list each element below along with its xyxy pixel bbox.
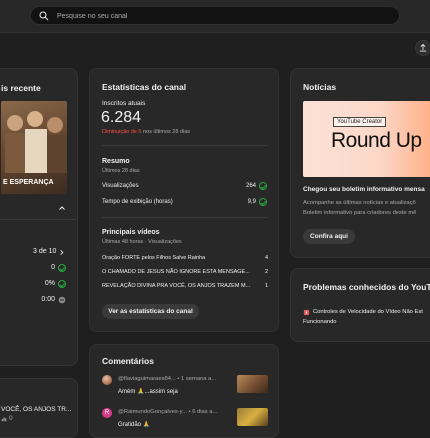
- comment-time: • 6 dias a...: [188, 409, 218, 415]
- chevron-right-icon[interactable]: [58, 249, 65, 256]
- video-title[interactable]: VOCÊ, OS ANJOS TR...: [1, 406, 71, 413]
- search-input[interactable]: [57, 10, 357, 22]
- comment-video-thumbnail[interactable]: [237, 375, 268, 393]
- comments-card: Comentários @flaviaguimaraes84... • 1 se…: [89, 344, 279, 438]
- top-video-views: 4: [264, 255, 268, 261]
- comment-time: • 1 semana a...: [177, 376, 217, 382]
- summary-title: Resumo: [102, 158, 130, 165]
- view-analytics-button[interactable]: Ver as estatísticas do canal: [102, 304, 199, 319]
- avatar-letter: R: [104, 409, 110, 416]
- channel-analytics-card: Estatísticas do canal Inscritos atuais 6…: [89, 68, 279, 332]
- news-headline[interactable]: Chegou seu boletim informativo mensa: [303, 186, 425, 193]
- check-icon: [58, 264, 66, 272]
- upload-icon: [419, 43, 427, 52]
- news-cta-button[interactable]: Confira aqui: [303, 229, 355, 244]
- subscribers-change-value: Diminuição de 6: [102, 129, 142, 135]
- card-title: Notícias: [303, 82, 337, 92]
- top-video-views: 2: [264, 269, 268, 275]
- summary-views-label: Visualizações: [102, 183, 139, 189]
- known-issues-card: Problemas conhecidos do YouTub Controles…: [290, 268, 430, 342]
- subscribers-label: Inscritos atuais: [102, 100, 146, 107]
- thumbnail-caption: E ESPERANÇA: [3, 179, 54, 186]
- check-icon: [259, 182, 267, 190]
- card-title: Estatísticas do canal: [102, 82, 187, 92]
- summary-period: Últimos 28 dias: [102, 168, 140, 174]
- top-bar: [0, 0, 430, 33]
- news-card: Notícias YouTube Creator Round Up Chegou…: [290, 68, 430, 258]
- comment-video-thumbnail[interactable]: [237, 408, 268, 426]
- subscribers-count: 6.284: [101, 109, 142, 126]
- chevron-up-icon[interactable]: [58, 204, 66, 212]
- video-list-card: VOCÊ, OS ANJOS TR... 0: [0, 378, 78, 438]
- top-video-title[interactable]: REVELAÇÃO DIVINA PRA VOCÊ, OS ANJOS TRAZ…: [102, 283, 250, 289]
- news-description-line1: Acompanhe as últimas notícias e atualiza…: [303, 200, 416, 206]
- comment-text: Amém 🙏...assim seja: [118, 389, 178, 395]
- rank-value: 3 de 10: [33, 248, 57, 255]
- search-icon: [39, 11, 49, 21]
- check-icon: [58, 280, 66, 288]
- ctr-value: 0%: [44, 280, 55, 287]
- card-title: Comentários: [102, 356, 154, 366]
- summary-views-value: 264: [245, 183, 256, 189]
- avatar[interactable]: [102, 375, 112, 385]
- top-video-title[interactable]: Oração FORTE pelos Filhos Salve Rainha: [102, 255, 205, 261]
- views-value: 0: [51, 264, 55, 271]
- subscribers-change-period: nos últimos 28 dias: [141, 129, 191, 135]
- top-videos-subtitle: Últimas 48 horas · Visualizações: [102, 239, 182, 245]
- video-views: 0: [9, 415, 13, 422]
- summary-watchtime-label: Tempo de exibição (horas): [102, 199, 173, 205]
- comment-author-name[interactable]: @RaimundoGonçalves-y...: [118, 409, 187, 415]
- top-video-title[interactable]: O CHAMADO DE JESUS NÃO IGNORE ESTA MENSA…: [102, 269, 250, 275]
- banner-tag: YouTube Creator: [333, 117, 387, 127]
- alert-icon: [303, 309, 310, 316]
- views-icon: [1, 417, 7, 422]
- upload-button[interactable]: [415, 40, 430, 56]
- banner-title: Round Up: [331, 129, 422, 152]
- comment-text: Gratidão 🙏: [118, 422, 151, 428]
- card-title: is recente: [1, 83, 41, 93]
- clock-icon: [58, 296, 66, 304]
- avatar[interactable]: R: [102, 408, 112, 418]
- news-banner[interactable]: YouTube Creator Round Up: [303, 101, 430, 177]
- check-icon: [259, 198, 267, 206]
- video-thumbnail[interactable]: E ESPERANÇA: [1, 101, 67, 194]
- subscribers-change: Diminuição de 6 nos últimos 28 dias: [102, 129, 190, 135]
- comment-author-name[interactable]: @flaviaguimaraes84...: [118, 376, 176, 382]
- top-video-views: 1: [264, 283, 268, 289]
- comment-author[interactable]: @flaviaguimaraes84... • 1 semana a...: [118, 376, 216, 382]
- summary-watchtime-value: 9,9: [247, 199, 256, 205]
- latest-video-card: is recente E ESPERANÇA 3 de 10 0 0% 0:00: [0, 68, 78, 366]
- card-title: Problemas conhecidos do YouTub: [303, 282, 430, 292]
- search-box[interactable]: [30, 6, 400, 25]
- known-issue-line2[interactable]: Funcionando: [303, 319, 337, 325]
- comment-author[interactable]: @RaimundoGonçalves-y... • 6 dias a...: [118, 409, 217, 415]
- known-issue-line1[interactable]: Controles de Velocidade do Vídeo Não Est: [313, 309, 423, 315]
- top-videos-title: Principais vídeos: [102, 229, 160, 236]
- duration-value: 0:00: [41, 296, 55, 303]
- news-description-line2: Boletim informativo para criadores deste…: [303, 210, 417, 216]
